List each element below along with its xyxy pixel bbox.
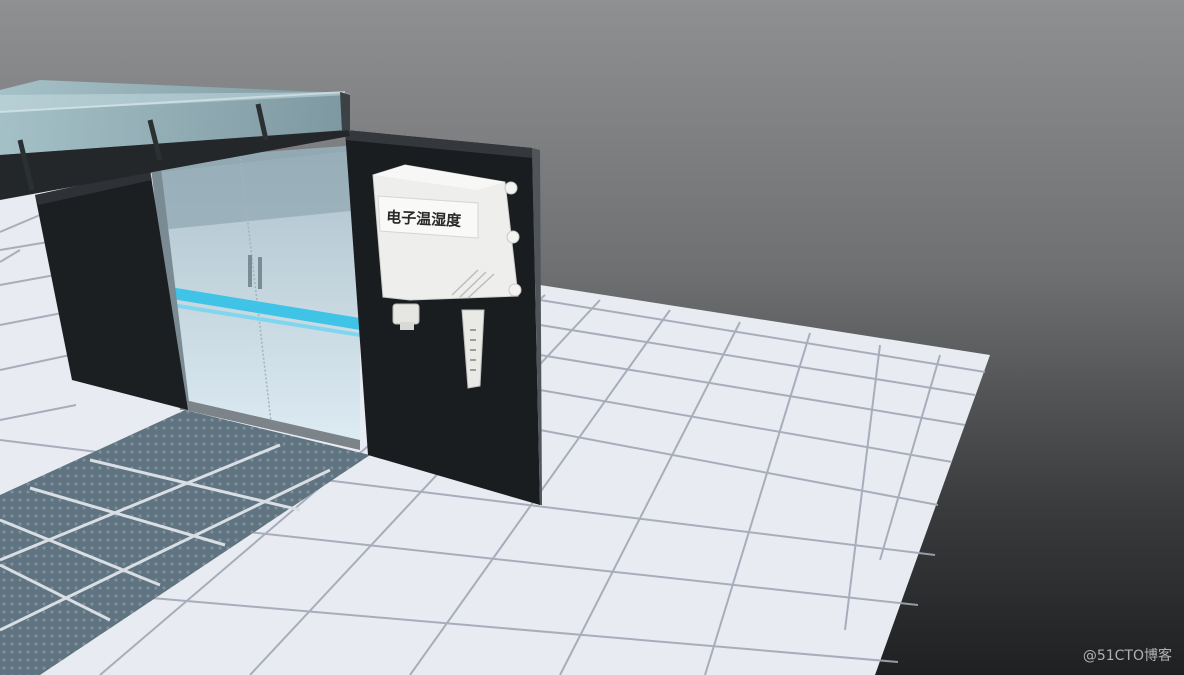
door-handle-left[interactable] bbox=[248, 255, 252, 287]
3d-scene-viewport[interactable]: 电子温湿度 @51CTO博客 bbox=[0, 0, 1184, 675]
door-handle-right[interactable] bbox=[258, 257, 262, 289]
cable-gland bbox=[392, 303, 420, 325]
watermark: @51CTO博客 bbox=[1082, 648, 1172, 664]
scene-canvas: 电子温湿度 bbox=[0, 80, 990, 675]
